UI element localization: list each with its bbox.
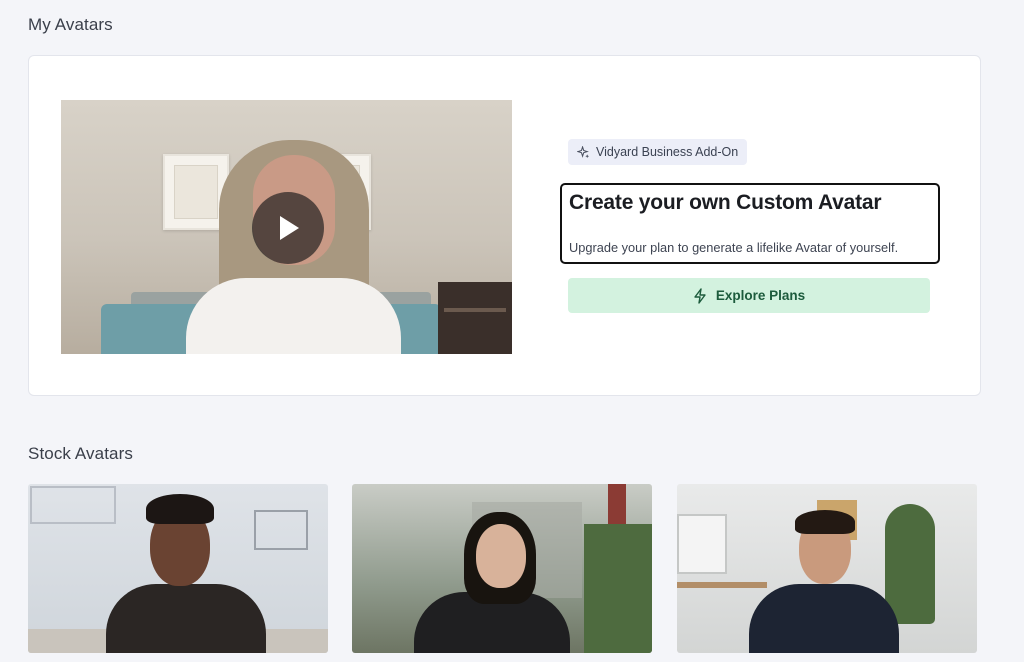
stock-avatars-heading: Stock Avatars xyxy=(28,444,133,463)
stock-avatar-3[interactable] xyxy=(677,484,977,653)
avatar-preview-video[interactable] xyxy=(61,100,512,354)
explore-plans-button[interactable]: Explore Plans xyxy=(568,278,930,313)
stock-avatar-1[interactable] xyxy=(28,484,328,653)
sparkles-icon xyxy=(577,145,590,158)
custom-avatar-promo: Create your own Custom Avatar Upgrade yo… xyxy=(560,183,940,264)
explore-plans-label: Explore Plans xyxy=(715,288,806,303)
stock-avatar-2[interactable] xyxy=(352,484,652,653)
lightning-icon xyxy=(694,287,706,304)
addon-badge: Vidyard Business Add-On xyxy=(568,139,748,165)
promo-description: Upgrade your plan to generate a lifelike… xyxy=(569,240,899,255)
play-icon xyxy=(280,216,299,240)
addon-badge-label: Vidyard Business Add-On xyxy=(596,145,739,159)
custom-avatar-card: Vidyard Business Add-On Create your own … xyxy=(28,55,981,396)
promo-headline: Create your own Custom Avatar xyxy=(569,191,882,214)
play-button[interactable] xyxy=(252,192,324,264)
my-avatars-heading: My Avatars xyxy=(28,15,113,34)
